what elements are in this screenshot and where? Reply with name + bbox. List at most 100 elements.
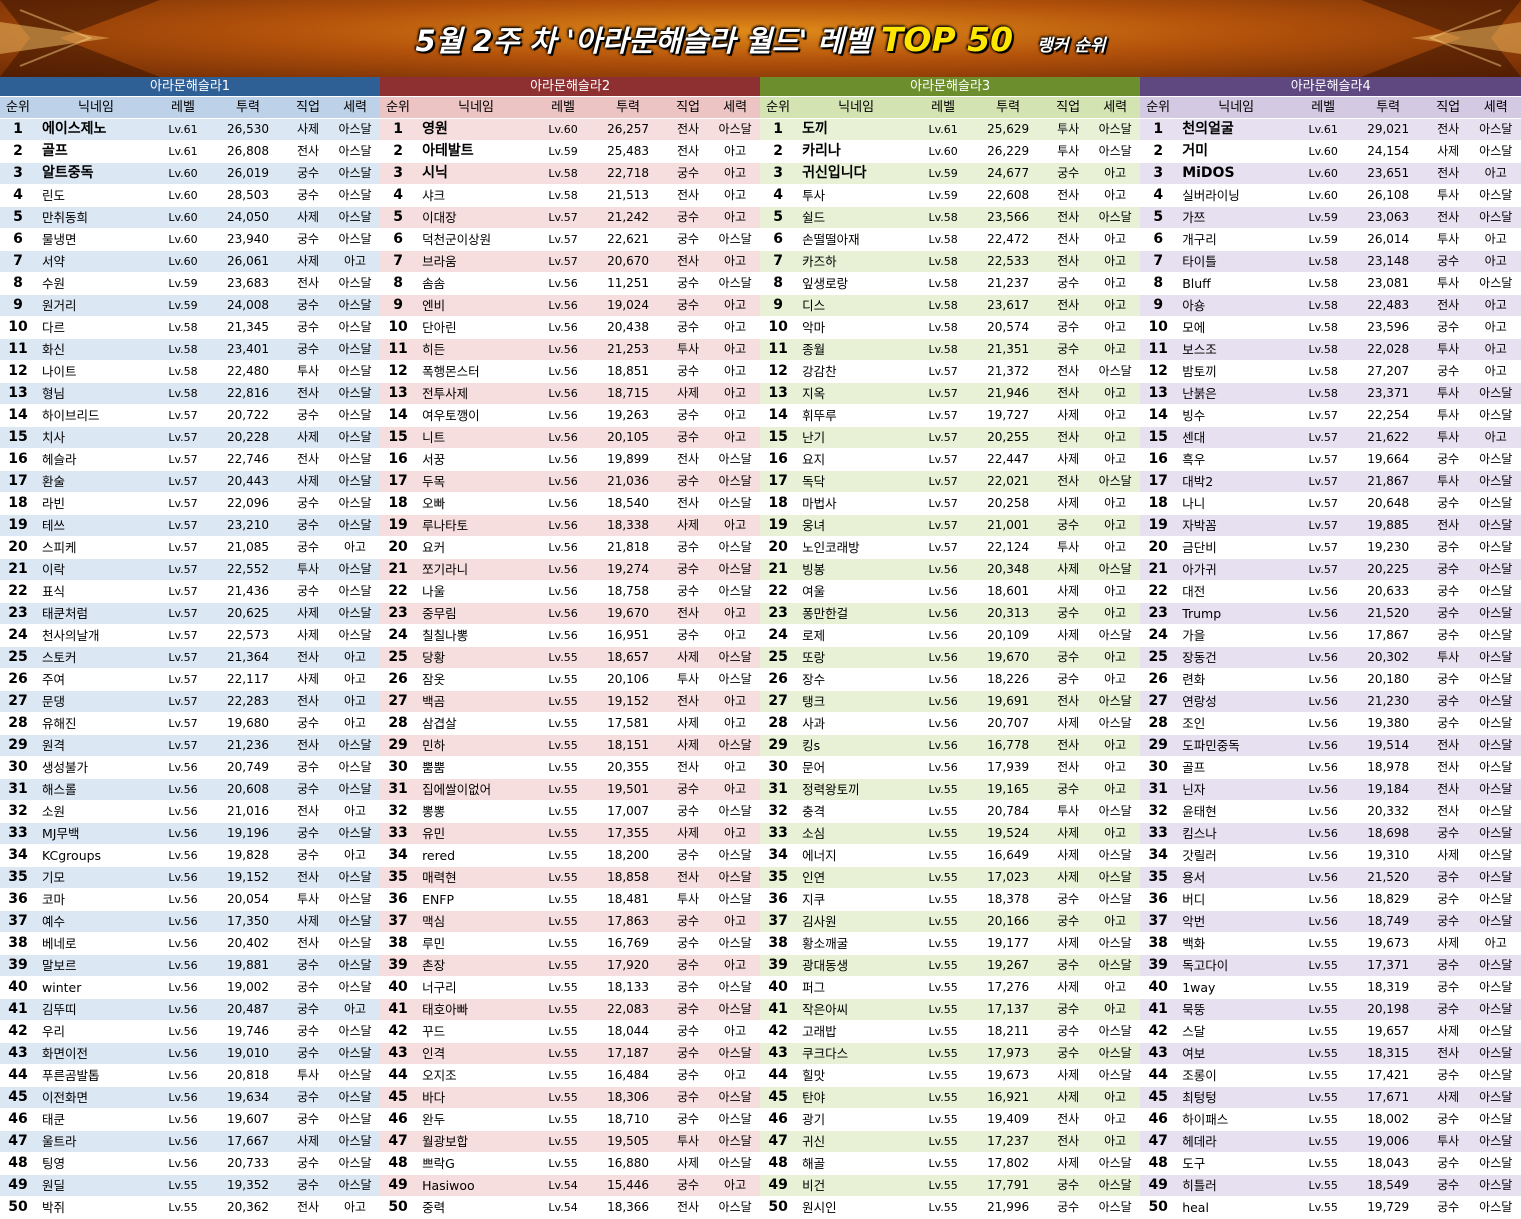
nickname-cell: 난기 bbox=[796, 426, 917, 449]
class-cell: 전사 bbox=[1046, 250, 1091, 273]
faction-cell: 아고 bbox=[710, 778, 761, 801]
faction-cell: 아고 bbox=[1090, 602, 1141, 625]
class-cell: 전사 bbox=[1046, 470, 1091, 493]
banner-title: 5월 2주 차 '아라문해슬라 월드' 레벨 TOP 50 랭커 순위 bbox=[0, 18, 1521, 60]
rank-cell: 22 bbox=[380, 580, 417, 603]
class-cell: 전사 bbox=[666, 118, 711, 141]
power-cell: 15,446 bbox=[590, 1174, 667, 1197]
rank-cell: 27 bbox=[0, 690, 36, 713]
power-cell: 18,481 bbox=[590, 888, 667, 911]
nickname-cell: 최텅텅 bbox=[1176, 1086, 1297, 1109]
rank-cell: 49 bbox=[1140, 1174, 1177, 1197]
class-cell: 궁수 bbox=[1426, 1064, 1471, 1087]
faction-cell: 아스달 bbox=[1470, 910, 1521, 933]
nickname-cell: 독고다이 bbox=[1176, 954, 1297, 977]
table-row: 48 도구 Lv.55 18,043 궁수 아스달 bbox=[1140, 1152, 1521, 1175]
nickname-cell: 전투사제 bbox=[416, 382, 537, 405]
power-cell: 20,707 bbox=[970, 712, 1047, 735]
rank-cell: 22 bbox=[1140, 580, 1177, 603]
rank-cell: 23 bbox=[380, 602, 417, 625]
class-cell: 투사 bbox=[1046, 800, 1091, 823]
faction-cell: 아고 bbox=[330, 690, 381, 713]
nickname-cell: 흑우 bbox=[1176, 448, 1297, 471]
power-cell: 20,105 bbox=[590, 426, 667, 449]
faction-cell: 아고 bbox=[710, 1174, 761, 1197]
nickname-cell: 여보 bbox=[1176, 1042, 1297, 1065]
nickname-cell: 킹s bbox=[796, 734, 917, 757]
rank-cell: 47 bbox=[1140, 1130, 1177, 1153]
nickname-cell: 히든 bbox=[416, 338, 537, 361]
table-row: 7 서약 Lv.60 26,061 사제 아고 bbox=[0, 250, 381, 273]
class-cell: 궁수 bbox=[286, 1020, 330, 1043]
power-cell: 22,028 bbox=[1350, 338, 1427, 361]
class-cell: 전사 bbox=[286, 800, 330, 823]
class-cell: 사제 bbox=[1046, 932, 1091, 955]
class-cell: 전사 bbox=[1426, 1042, 1471, 1065]
column-header: 직업 bbox=[1426, 96, 1471, 119]
nickname-cell: 모에 bbox=[1176, 316, 1297, 339]
class-cell: 궁수 bbox=[666, 536, 711, 559]
power-cell: 22,483 bbox=[1350, 294, 1427, 317]
power-cell: 25,629 bbox=[970, 118, 1047, 141]
power-cell: 17,802 bbox=[970, 1152, 1047, 1175]
nickname-cell: 바다 bbox=[416, 1086, 537, 1109]
nickname-cell: 표식 bbox=[36, 580, 156, 603]
level-cell: Lv.56 bbox=[916, 580, 971, 603]
nickname-cell: 윤태현 bbox=[1176, 800, 1297, 823]
class-cell: 전사 bbox=[666, 140, 711, 163]
nickname-cell: 빙봉 bbox=[796, 558, 917, 581]
faction-cell: 아스달 bbox=[1470, 844, 1521, 867]
level-cell: Lv.56 bbox=[156, 1108, 210, 1131]
level-cell: Lv.55 bbox=[536, 734, 591, 757]
rank-cell: 27 bbox=[1140, 690, 1177, 713]
level-cell: Lv.60 bbox=[156, 162, 210, 185]
rank-cell: 7 bbox=[380, 250, 417, 273]
level-cell: Lv.58 bbox=[156, 382, 210, 405]
table-row: 17 독닥 Lv.57 22,021 전사 아스달 bbox=[760, 470, 1141, 493]
rank-cell: 25 bbox=[380, 646, 417, 669]
nickname-cell: 코마 bbox=[36, 888, 156, 911]
table-row: 22 나울 Lv.56 18,758 궁수 아스달 bbox=[380, 580, 761, 603]
rank-cell: 23 bbox=[0, 602, 36, 625]
rank-cell: 19 bbox=[0, 514, 36, 537]
column-header: 투력 bbox=[1350, 96, 1427, 119]
class-cell: 전사 bbox=[1046, 1108, 1091, 1131]
nickname-cell: 탱크 bbox=[796, 690, 917, 713]
rank-cell: 36 bbox=[380, 888, 417, 911]
power-cell: 20,784 bbox=[970, 800, 1047, 823]
nickname-cell: 헤슬라 bbox=[36, 448, 156, 471]
level-cell: Lv.56 bbox=[536, 338, 591, 361]
class-cell: 사제 bbox=[286, 426, 330, 449]
class-cell: 궁수 bbox=[286, 294, 330, 317]
nickname-cell: 영원 bbox=[416, 118, 537, 141]
class-cell: 전사 bbox=[666, 492, 711, 515]
level-cell: Lv.60 bbox=[1296, 140, 1351, 163]
class-cell: 궁수 bbox=[666, 624, 711, 647]
power-cell: 26,108 bbox=[1350, 184, 1427, 207]
table-row: 19 테쓰 Lv.57 23,210 궁수 아스달 bbox=[0, 514, 381, 537]
table-row: 9 원거리 Lv.59 24,008 궁수 아스달 bbox=[0, 294, 381, 317]
class-cell: 궁수 bbox=[1426, 712, 1471, 735]
class-cell: 궁수 bbox=[286, 1174, 330, 1197]
class-cell: 궁수 bbox=[1426, 888, 1471, 911]
power-cell: 18,200 bbox=[590, 844, 667, 867]
class-cell: 궁수 bbox=[286, 1152, 330, 1175]
faction-cell: 아스달 bbox=[1090, 360, 1141, 383]
level-cell: Lv.56 bbox=[536, 602, 591, 625]
table-row: 30 골프 Lv.56 18,978 전사 아스달 bbox=[1140, 756, 1521, 779]
rank-cell: 2 bbox=[760, 140, 797, 163]
nickname-cell: 스달 bbox=[1176, 1020, 1297, 1043]
rank-cell: 16 bbox=[380, 448, 417, 471]
level-cell: Lv.57 bbox=[156, 426, 210, 449]
rank-cell: 32 bbox=[760, 800, 797, 823]
nickname-cell: 도파민중독 bbox=[1176, 734, 1297, 757]
table-row: 1 천의얼굴 Lv.61 29,021 전사 아스달 bbox=[1140, 118, 1521, 141]
class-cell: 사제 bbox=[666, 646, 711, 669]
level-cell: Lv.57 bbox=[1296, 558, 1351, 581]
rank-cell: 50 bbox=[1140, 1196, 1177, 1219]
rank-cell: 18 bbox=[380, 492, 417, 515]
faction-cell: 아스달 bbox=[1470, 382, 1521, 405]
faction-cell: 아고 bbox=[1090, 778, 1141, 801]
column-header: 세력 bbox=[1090, 96, 1141, 119]
rank-cell: 24 bbox=[0, 624, 36, 647]
